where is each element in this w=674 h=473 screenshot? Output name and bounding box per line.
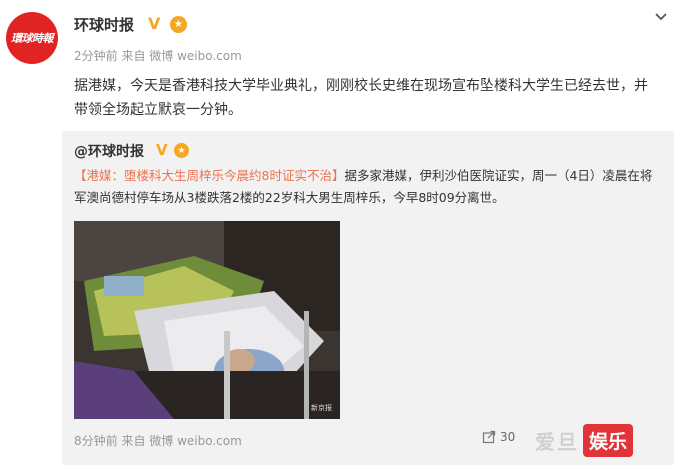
avatar[interactable]: 環球時報 [6, 12, 58, 64]
repost-share-button[interactable]: 30 [482, 430, 515, 444]
post-timestamp-source[interactable]: 2分钟前 来自 微博 weibo.com [74, 47, 242, 64]
photo-image [74, 221, 340, 419]
repost-timestamp-source[interactable]: 8分钟前 来自 微博 weibo.com [74, 432, 242, 449]
watermark-badge: 娱乐 [583, 424, 634, 457]
repost-username[interactable]: @环球时报 [74, 141, 144, 161]
chevron-down-icon[interactable] [654, 10, 668, 24]
repost-count: 30 [500, 430, 516, 444]
site-watermark: 爱旦 娱乐 [535, 424, 634, 457]
repost-headline[interactable]: 【港媒：堕楼科大生周梓乐今晨约8时证实不治】 [74, 168, 344, 183]
avatar-logo: 環球時報 [11, 32, 54, 45]
repost-text: 【港媒：堕楼科大生周梓乐今晨约8时证实不治】据多家港媒，伊利沙伯医院证实，周一（… [74, 165, 664, 209]
share-icon [482, 430, 496, 444]
post-text: 据港媒，今天是香港科技大学毕业典礼，刚刚校长史维在现场宣布坠楼科大学生已经去世，… [74, 78, 648, 118]
repost-verified-icon: V [156, 141, 168, 159]
repost-medal-icon: ★ [174, 143, 189, 158]
weibo-post-card: 環球時報 环球时报 V ★ 2分钟前 来自 微博 weibo.com 据港媒，今… [0, 0, 674, 473]
post-username[interactable]: 环球时报 [74, 14, 134, 35]
photo-watermark: 新京报 [311, 404, 332, 412]
repost-photo[interactable]: 新京报 [74, 221, 340, 419]
verified-icon: V [148, 14, 161, 33]
repost-box[interactable]: @环球时报 V ★ 【港媒：堕楼科大生周梓乐今晨约8时证实不治】据多家港媒，伊利… [62, 131, 674, 465]
watermark-left-text: 爱旦 [535, 430, 579, 454]
medal-icon: ★ [170, 16, 187, 33]
